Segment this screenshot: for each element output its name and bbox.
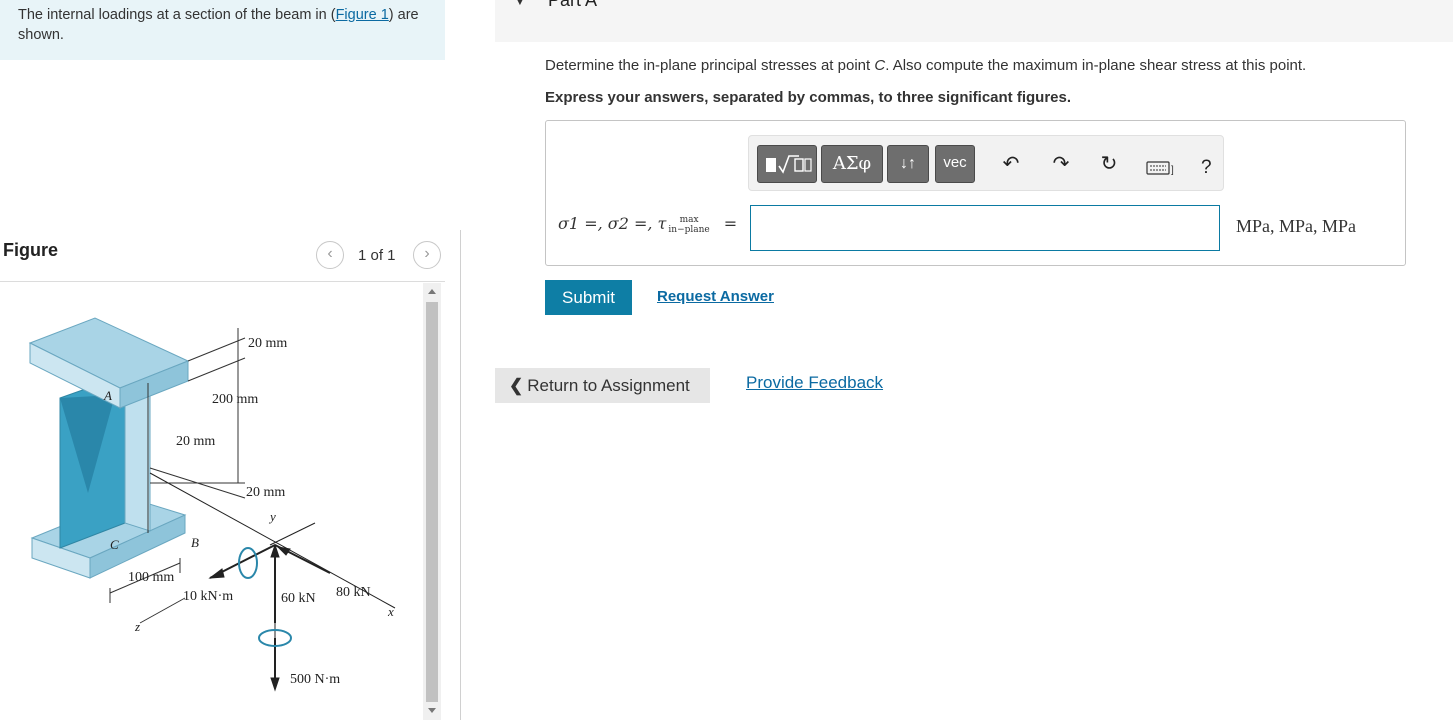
point-c-label: C [110, 537, 119, 552]
figure-link[interactable]: Figure 1 [336, 7, 389, 23]
answer-units: MPa, MPa, MPa [1236, 216, 1357, 236]
greek-symbols-button[interactable]: ΑΣφ [821, 145, 883, 183]
axis-y-label: y [268, 509, 276, 524]
svg-text:]: ] [1171, 165, 1174, 176]
moment-label: 10 kN·m [183, 589, 233, 604]
scroll-up-icon[interactable] [428, 289, 436, 294]
figure-scroll-thumb[interactable] [426, 302, 438, 702]
point-b-label: B [191, 535, 199, 550]
figure-divider [0, 281, 445, 282]
vector-button[interactable]: vec [935, 145, 975, 183]
part-title: Part A [548, 0, 598, 10]
caret-down-icon[interactable]: ▼ [514, 0, 526, 8]
force-60-label: 60 kN [281, 591, 316, 606]
beam-figure: 20 mm 200 mm 20 mm 20 mm 100 mm A B C y … [28, 317, 396, 692]
dim-label-top-flange: 20 mm [248, 336, 287, 351]
fraction-sqrt-icon [766, 155, 812, 174]
dim-label-bottom-flange: 20 mm [246, 485, 285, 500]
point-a-label: A [103, 388, 112, 403]
request-answer-link[interactable]: Request Answer [657, 288, 774, 305]
provide-feedback-link[interactable]: Provide Feedback [746, 373, 883, 393]
question-text: Determine the in-plane principal stresse… [545, 57, 1307, 74]
i-beam-drawing [28, 317, 190, 579]
torque-label: 500 N·m [290, 672, 340, 687]
scroll-down-icon[interactable] [428, 708, 436, 713]
return-to-assignment-button[interactable]: ❮ Return to Assignment [495, 368, 710, 403]
keyboard-icon[interactable]: ] [1146, 160, 1176, 181]
chevron-left-icon: ❮ [509, 376, 524, 395]
figure-pager: 1 of 1 [358, 247, 396, 264]
answer-input[interactable] [750, 205, 1220, 251]
chevron-left-icon: ‹ [327, 245, 333, 262]
problem-intro-text: The internal loadings at a section of th… [18, 7, 419, 43]
answer-instruction: Express your answers, separated by comma… [545, 89, 1072, 106]
force-80-label: 80 kN [336, 585, 371, 600]
dim-label-depth: 200 mm [212, 392, 258, 407]
templates-button[interactable] [757, 145, 817, 183]
redo-icon[interactable]: ↷ [1048, 151, 1074, 177]
subscript-superscript-button[interactable]: ↓↑ [887, 145, 929, 183]
figure-next-button[interactable]: › [413, 241, 441, 269]
axes-and-forces [149, 472, 396, 692]
dim-label-web: 20 mm [176, 434, 215, 449]
figure-label: Figure [3, 240, 59, 260]
axis-z-label: z [134, 619, 140, 634]
panel-divider [460, 230, 461, 720]
reset-icon[interactable]: ↻ [1096, 151, 1122, 177]
figure-prev-button[interactable]: ‹ [316, 241, 344, 269]
dim-label-width: 100 mm [128, 570, 174, 585]
undo-icon[interactable]: ↶ [998, 151, 1024, 177]
answer-variables-label: σ1 =, σ2 =, τ max in−plane = [558, 214, 738, 235]
axis-x-label: x [387, 604, 394, 619]
chevron-right-icon: › [424, 245, 430, 262]
part-header[interactable] [495, 0, 1453, 42]
submit-button[interactable]: Submit [545, 280, 632, 315]
updown-arrows-icon: ↓↑ [900, 155, 916, 172]
help-button[interactable]: ? [1201, 157, 1212, 179]
